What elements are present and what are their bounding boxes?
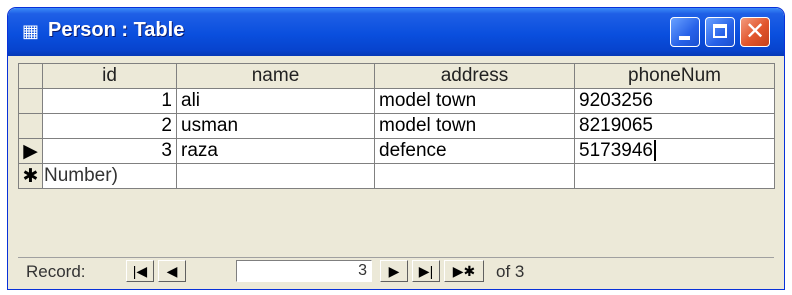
first-record-button[interactable]: |◀ [126,260,154,282]
datasheet-grid: id name address phoneNum 1 ali model tow… [18,63,775,189]
cell-phonenum[interactable]: 9203256 [574,88,775,114]
next-record-icon: ▶ [388,263,400,279]
cell-phonenum-editing[interactable]: 5173946 [574,138,775,164]
minimize-button[interactable] [670,17,700,47]
first-record-icon: |◀ [132,263,148,279]
last-record-button[interactable]: ▶| [412,260,440,282]
previous-record-icon: ◀ [166,263,178,279]
new-cell-address[interactable] [374,163,575,189]
cell-id[interactable]: 2 [42,113,177,139]
column-header-address[interactable]: address [374,63,575,89]
previous-record-button[interactable]: ◀ [158,260,186,282]
column-header-id[interactable]: id [42,63,177,89]
current-record-input[interactable]: 3 [236,260,372,282]
new-id-placeholder[interactable]: Number) [42,163,177,189]
new-record-nav-icon: ▶✱ [452,263,476,279]
cell-address[interactable]: model town [374,88,575,114]
title-bar[interactable]: ▦ Person : Table ✕ [8,8,784,56]
select-all-corner[interactable] [18,63,43,89]
record-label: Record: [26,262,86,281]
text-cursor [653,140,656,162]
close-icon: ✕ [744,18,766,45]
cell-address[interactable]: defence [374,138,575,164]
record-count: of 3 [496,262,525,281]
table-row: 1 ali model town 9203256 [18,88,775,114]
cell-id[interactable]: 1 [42,88,177,114]
new-record-row: ✱ Number) [18,163,775,189]
row-selector[interactable] [18,88,43,114]
cell-phonenum[interactable]: 8219065 [574,113,775,139]
table-row: 2 usman model town 8219065 [18,113,775,139]
column-header-phonenum[interactable]: phoneNum [574,63,775,89]
maximize-button[interactable] [705,17,735,47]
minimize-icon [679,36,690,40]
maximize-icon [713,24,727,38]
column-header-name[interactable]: name [176,63,375,89]
new-record-button[interactable]: ▶✱ [444,260,484,282]
cell-address[interactable]: model town [374,113,575,139]
new-cell-phonenum[interactable] [574,163,775,189]
cell-phonenum-value: 5173946 [579,140,653,161]
cell-name[interactable]: raza [176,138,375,164]
current-record-indicator-icon[interactable]: ▶ [18,138,43,164]
row-selector[interactable] [18,113,43,139]
datasheet-icon: ▦ [22,21,40,41]
cell-name[interactable]: usman [176,113,375,139]
table-row-current: ▶ 3 raza defence 5173946 [18,138,775,164]
record-navigator: Record: |◀ ◀ 3 ▶ ▶| ▶✱ of 3 [18,257,774,286]
cell-id[interactable]: 3 [42,138,177,164]
header-row: id name address phoneNum [18,63,775,89]
window-title: Person : Table [48,19,185,41]
new-cell-name[interactable] [176,163,375,189]
next-record-button[interactable]: ▶ [380,260,408,282]
cell-name[interactable]: ali [176,88,375,114]
close-button[interactable]: ✕ [740,17,770,47]
last-record-icon: ▶| [418,263,434,279]
table-window: ▦ Person : Table ✕ id name address phone… [8,8,784,289]
new-record-icon[interactable]: ✱ [18,163,43,189]
